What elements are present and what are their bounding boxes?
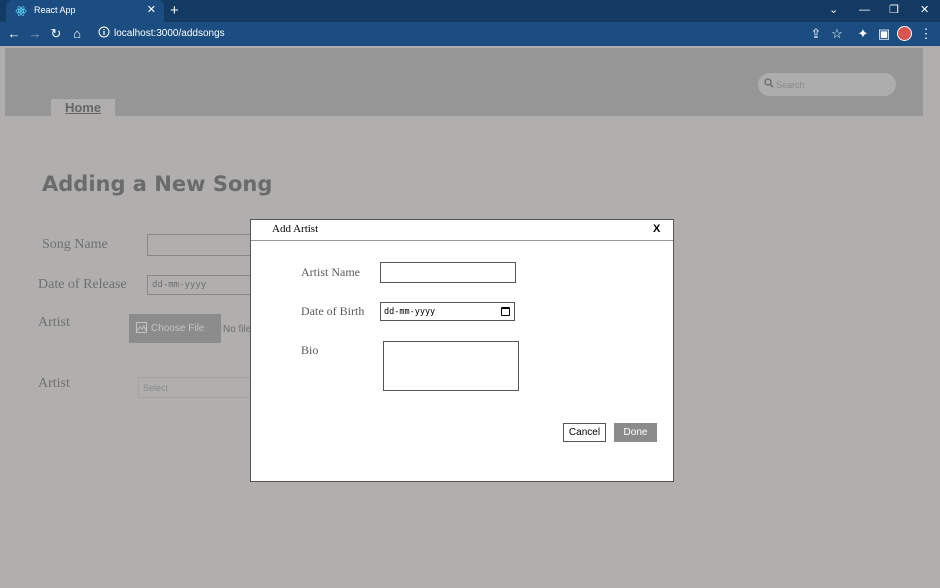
- artist-file-label: Artist: [38, 315, 70, 330]
- dob-input[interactable]: dd-mm-yyyy: [380, 302, 515, 321]
- address-bar[interactable]: localhost:3000/addsongs: [92, 24, 852, 44]
- tab-search-dropdown-icon[interactable]: ⌄: [829, 3, 838, 17]
- bio-label: Bio: [301, 343, 319, 357]
- choose-file-button[interactable]: Choose File: [129, 314, 221, 343]
- bio-textarea[interactable]: [383, 341, 519, 391]
- search-icon: [764, 78, 774, 88]
- no-file-text: No file: [223, 324, 252, 335]
- restore-icon[interactable]: ❐: [889, 3, 899, 17]
- browser-tab[interactable]: React App ✕: [6, 0, 164, 22]
- browser-toolbar: ← → ↻ ⌂ localhost:3000/addsongs ⇪ ☆ ✦ ▣ …: [0, 22, 940, 46]
- release-date-input[interactable]: dd-mm-yyyy: [147, 275, 257, 295]
- dob-label: Date of Birth: [301, 304, 365, 318]
- app-header: Home: [5, 48, 923, 117]
- site-info-icon[interactable]: [98, 26, 110, 38]
- cancel-button[interactable]: Cancel: [563, 423, 606, 442]
- modal-close-button[interactable]: X: [653, 223, 660, 235]
- artist-name-label: Artist Name: [301, 265, 360, 279]
- modal-header: Add Artist X: [251, 220, 673, 241]
- dob-placeholder: dd-mm-yyyy: [384, 307, 436, 317]
- browser-tabstrip: React App ✕ + ⌄ — ❐ ✕: [0, 0, 940, 22]
- choose-file-label: Choose File: [151, 323, 205, 334]
- modal-title: Add Artist: [272, 223, 319, 235]
- extensions-icon[interactable]: ✦: [855, 26, 871, 42]
- react-favicon-icon: [15, 6, 27, 16]
- search-input[interactable]: [776, 77, 886, 92]
- home-icon[interactable]: ⌂: [69, 26, 85, 42]
- minimize-icon[interactable]: —: [859, 3, 870, 17]
- new-tab-button[interactable]: +: [170, 2, 179, 20]
- menu-kebab-icon[interactable]: ⋮: [918, 26, 934, 42]
- window-close-icon[interactable]: ✕: [920, 3, 929, 17]
- artist-name-input[interactable]: [380, 262, 516, 283]
- forward-icon[interactable]: →: [27, 26, 43, 42]
- release-date-label: Date of Release: [38, 277, 127, 292]
- artist-select[interactable]: Select: [138, 377, 258, 398]
- page-title: Adding a New Song: [42, 172, 273, 196]
- tab-title: React App: [34, 5, 76, 15]
- side-panel-icon[interactable]: ▣: [876, 26, 892, 42]
- back-icon[interactable]: ←: [6, 26, 22, 42]
- bookmark-star-icon[interactable]: ☆: [829, 26, 845, 42]
- song-name-input[interactable]: [147, 234, 257, 256]
- reload-icon[interactable]: ↻: [48, 26, 64, 42]
- image-icon: [136, 322, 147, 333]
- url-text: localhost:3000/addsongs: [114, 28, 225, 39]
- profile-avatar[interactable]: [897, 26, 912, 41]
- add-artist-modal: Add Artist X Artist Name Date of Birth d…: [250, 219, 674, 482]
- tab-close-icon[interactable]: ✕: [147, 4, 156, 17]
- song-name-label: Song Name: [42, 237, 108, 252]
- calendar-icon[interactable]: [501, 307, 510, 316]
- share-icon[interactable]: ⇪: [808, 26, 824, 42]
- search-box[interactable]: [758, 73, 896, 96]
- done-button[interactable]: Done: [614, 423, 657, 442]
- artist-select-label: Artist: [38, 376, 70, 391]
- nav-home-link[interactable]: Home: [51, 99, 115, 117]
